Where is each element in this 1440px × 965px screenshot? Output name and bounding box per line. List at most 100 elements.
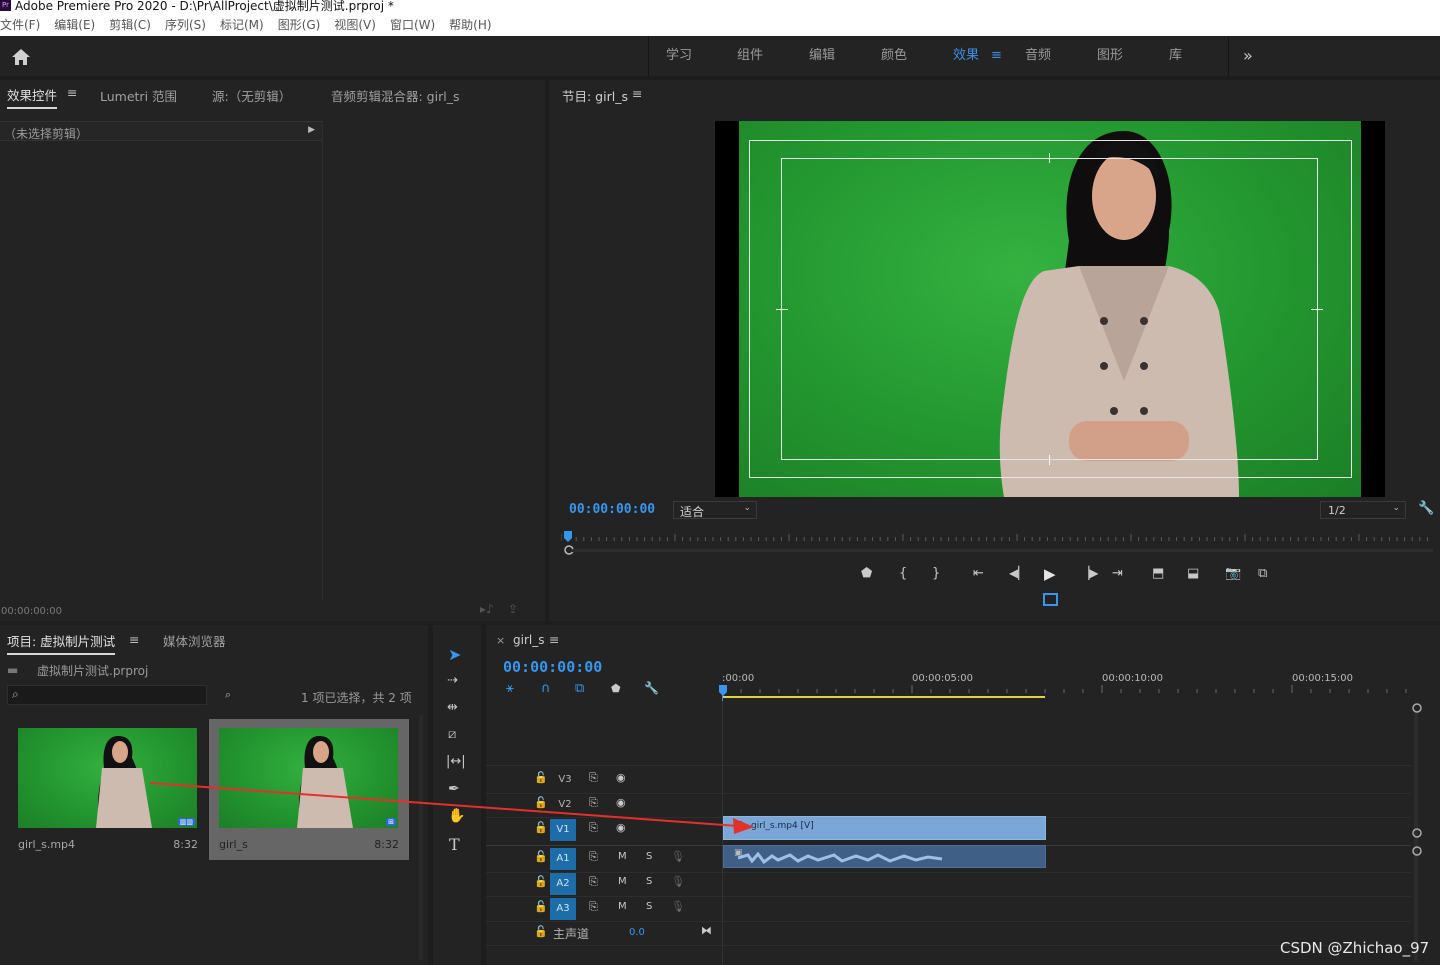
expand-arrow-icon[interactable]: ▶ (308, 125, 315, 135)
tab-source[interactable]: 源:（无剪辑） (212, 86, 291, 105)
export-icon[interactable]: ⇪ (508, 602, 518, 616)
linked-selection-icon[interactable]: ⧉ (575, 681, 584, 696)
sync-lock-icon[interactable]: ⎘ (589, 850, 598, 864)
track-header-v2[interactable]: 🔓 V2 ⎘ ◉ (486, 793, 722, 817)
solo-button[interactable]: S (646, 851, 652, 862)
workspace-graphics[interactable]: 图形 (1097, 36, 1123, 76)
track-label[interactable]: V1 (550, 819, 576, 841)
program-time-ruler[interactable] (561, 532, 1433, 556)
audio-clip[interactable]: ▣ (723, 845, 1046, 868)
lock-icon[interactable]: 🔓 (534, 771, 548, 784)
track-label[interactable]: A1 (550, 848, 576, 870)
comparison-view-icon[interactable]: ⧉ (1258, 566, 1267, 581)
menu-view[interactable]: 视图(V) (334, 18, 376, 32)
workspace-effects-menu-icon[interactable]: ≡ (991, 36, 1002, 76)
menu-marker[interactable]: 标记(M) (220, 18, 264, 32)
microphone-icon[interactable]: 🎙 (671, 900, 685, 913)
tab-sequence[interactable]: girl_s (513, 633, 544, 647)
fit-dropdown[interactable]: 适合 ⌄ (673, 501, 757, 519)
project-scrollbar[interactable] (419, 715, 423, 960)
track-header-master[interactable]: 🔓 主声道 0.0 ⧓ (486, 922, 722, 946)
lock-icon[interactable]: 🔓 (534, 925, 548, 938)
tab-effect-controls[interactable]: 效果控件 (7, 85, 58, 109)
eye-icon[interactable]: ◉ (616, 821, 626, 834)
eye-icon[interactable]: ◉ (616, 771, 626, 784)
step-forward-icon[interactable]: ▕▶ (1080, 566, 1098, 580)
close-tab-icon[interactable]: × (496, 634, 505, 647)
solo-button[interactable]: S (646, 876, 652, 887)
effect-controls-menu-icon[interactable]: ≡ (67, 85, 77, 100)
home-icon[interactable] (11, 48, 31, 66)
lock-icon[interactable]: 🔓 (534, 796, 548, 809)
track-label[interactable]: A2 (550, 873, 576, 895)
play-audio-icon[interactable]: ▸♪ (480, 602, 494, 616)
nest-icon[interactable]: ⚹ (506, 681, 514, 696)
timeline-menu-icon[interactable]: ≡ (549, 632, 559, 647)
tab-media-browser[interactable]: 媒体浏览器 (163, 631, 226, 650)
menu-window[interactable]: 窗口(W) (390, 18, 435, 32)
lock-icon[interactable]: 🔓 (534, 850, 548, 863)
lock-icon[interactable]: 🔓 (534, 821, 548, 834)
video-frame[interactable] (715, 121, 1385, 497)
menu-edit[interactable]: 编辑(E) (54, 18, 95, 32)
lock-icon[interactable]: 🔓 (534, 900, 548, 913)
step-back-icon[interactable]: ◀▏ (1009, 566, 1027, 580)
slip-tool-icon[interactable]: |↔| (446, 754, 466, 769)
project-item[interactable]: ⊞ girl_s 8:32 (209, 719, 409, 860)
razor-tool-icon[interactable]: ⧄ (448, 727, 456, 742)
video-clip[interactable]: ▣ girl_s.mp4 [V] (723, 816, 1046, 840)
program-menu-icon[interactable]: ≡ (632, 86, 642, 101)
add-marker-icon[interactable]: ⬟ (611, 682, 621, 695)
wrench-icon[interactable]: 🔧 (1418, 501, 1434, 516)
mute-button[interactable]: M (618, 851, 627, 862)
scroll-handle[interactable] (1412, 846, 1422, 856)
mark-out-icon[interactable]: } (932, 566, 940, 581)
workspace-effects[interactable]: 效果 (953, 36, 979, 76)
track-select-tool-icon[interactable]: ⇢ (447, 673, 458, 688)
workspace-assembly[interactable]: 组件 (737, 36, 763, 76)
go-to-in-icon[interactable]: ⇤ (973, 566, 984, 581)
menu-file[interactable]: 文件(F) (0, 18, 40, 32)
go-to-end-icon[interactable]: ⧓ (701, 924, 712, 937)
program-playhead[interactable] (563, 531, 573, 543)
safe-margins-icon[interactable] (1043, 593, 1058, 606)
export-frame-icon[interactable]: 📷 (1225, 566, 1241, 581)
add-marker-icon[interactable]: ⬟ (861, 566, 872, 581)
project-menu-icon[interactable]: ≡ (129, 632, 139, 647)
track-header-a2[interactable]: 🔓 A2 ⎘ M S 🎙 (486, 872, 722, 896)
mute-button[interactable]: M (618, 876, 627, 887)
type-tool-icon[interactable]: T (449, 835, 460, 854)
more-workspaces-icon[interactable]: » (1243, 36, 1253, 76)
find-icon[interactable]: ⌕ (225, 688, 231, 702)
track-header-a1[interactable]: 🔓 A1 ⎘ M S 🎙 (486, 847, 722, 871)
workspace-learn[interactable]: 学习 (666, 36, 692, 76)
solo-button[interactable]: S (646, 901, 652, 912)
play-icon[interactable]: ▶ (1044, 565, 1056, 583)
tab-audio-clip-mixer[interactable]: 音频剪辑混合器: girl_s (331, 86, 459, 105)
scroll-handle[interactable] (1412, 703, 1422, 713)
ripple-edit-tool-icon[interactable]: ⇹ (447, 700, 458, 715)
program-monitor-title[interactable]: 节目: girl_s (562, 86, 628, 105)
timeline-timecode[interactable]: 00:00:00:00 (503, 658, 602, 676)
go-to-out-icon[interactable]: ⇥ (1112, 566, 1123, 581)
work-area-bar[interactable] (722, 696, 1045, 698)
program-timecode[interactable]: 00:00:00:00 (569, 502, 655, 517)
tab-lumetri-scopes[interactable]: Lumetri 范围 (100, 86, 177, 105)
microphone-icon[interactable]: 🎙 (671, 850, 685, 863)
mark-in-icon[interactable]: { (899, 566, 907, 581)
sync-lock-icon[interactable]: ⎘ (589, 875, 598, 889)
sync-lock-icon[interactable]: ⎘ (589, 900, 598, 914)
workspace-color[interactable]: 颜色 (881, 36, 907, 76)
project-search-input[interactable]: ⌕ (7, 685, 207, 705)
scroll-handle[interactable] (1412, 828, 1422, 838)
workspace-audio[interactable]: 音频 (1025, 36, 1051, 76)
tab-project[interactable]: 项目: 虚拟制片测试 (7, 631, 116, 655)
timeline-settings-icon[interactable]: 🔧 (644, 681, 659, 695)
workspace-libraries[interactable]: 库 (1169, 36, 1182, 76)
resolution-dropdown[interactable]: 1/2 ⌄ (1320, 501, 1406, 519)
menu-help[interactable]: 帮助(H) (449, 18, 491, 32)
track-label[interactable]: V3 (555, 771, 575, 789)
extract-icon[interactable]: ⬓ (1187, 566, 1199, 581)
zoom-scroll-bar[interactable] (571, 549, 1433, 552)
workspace-editing[interactable]: 编辑 (809, 36, 835, 76)
